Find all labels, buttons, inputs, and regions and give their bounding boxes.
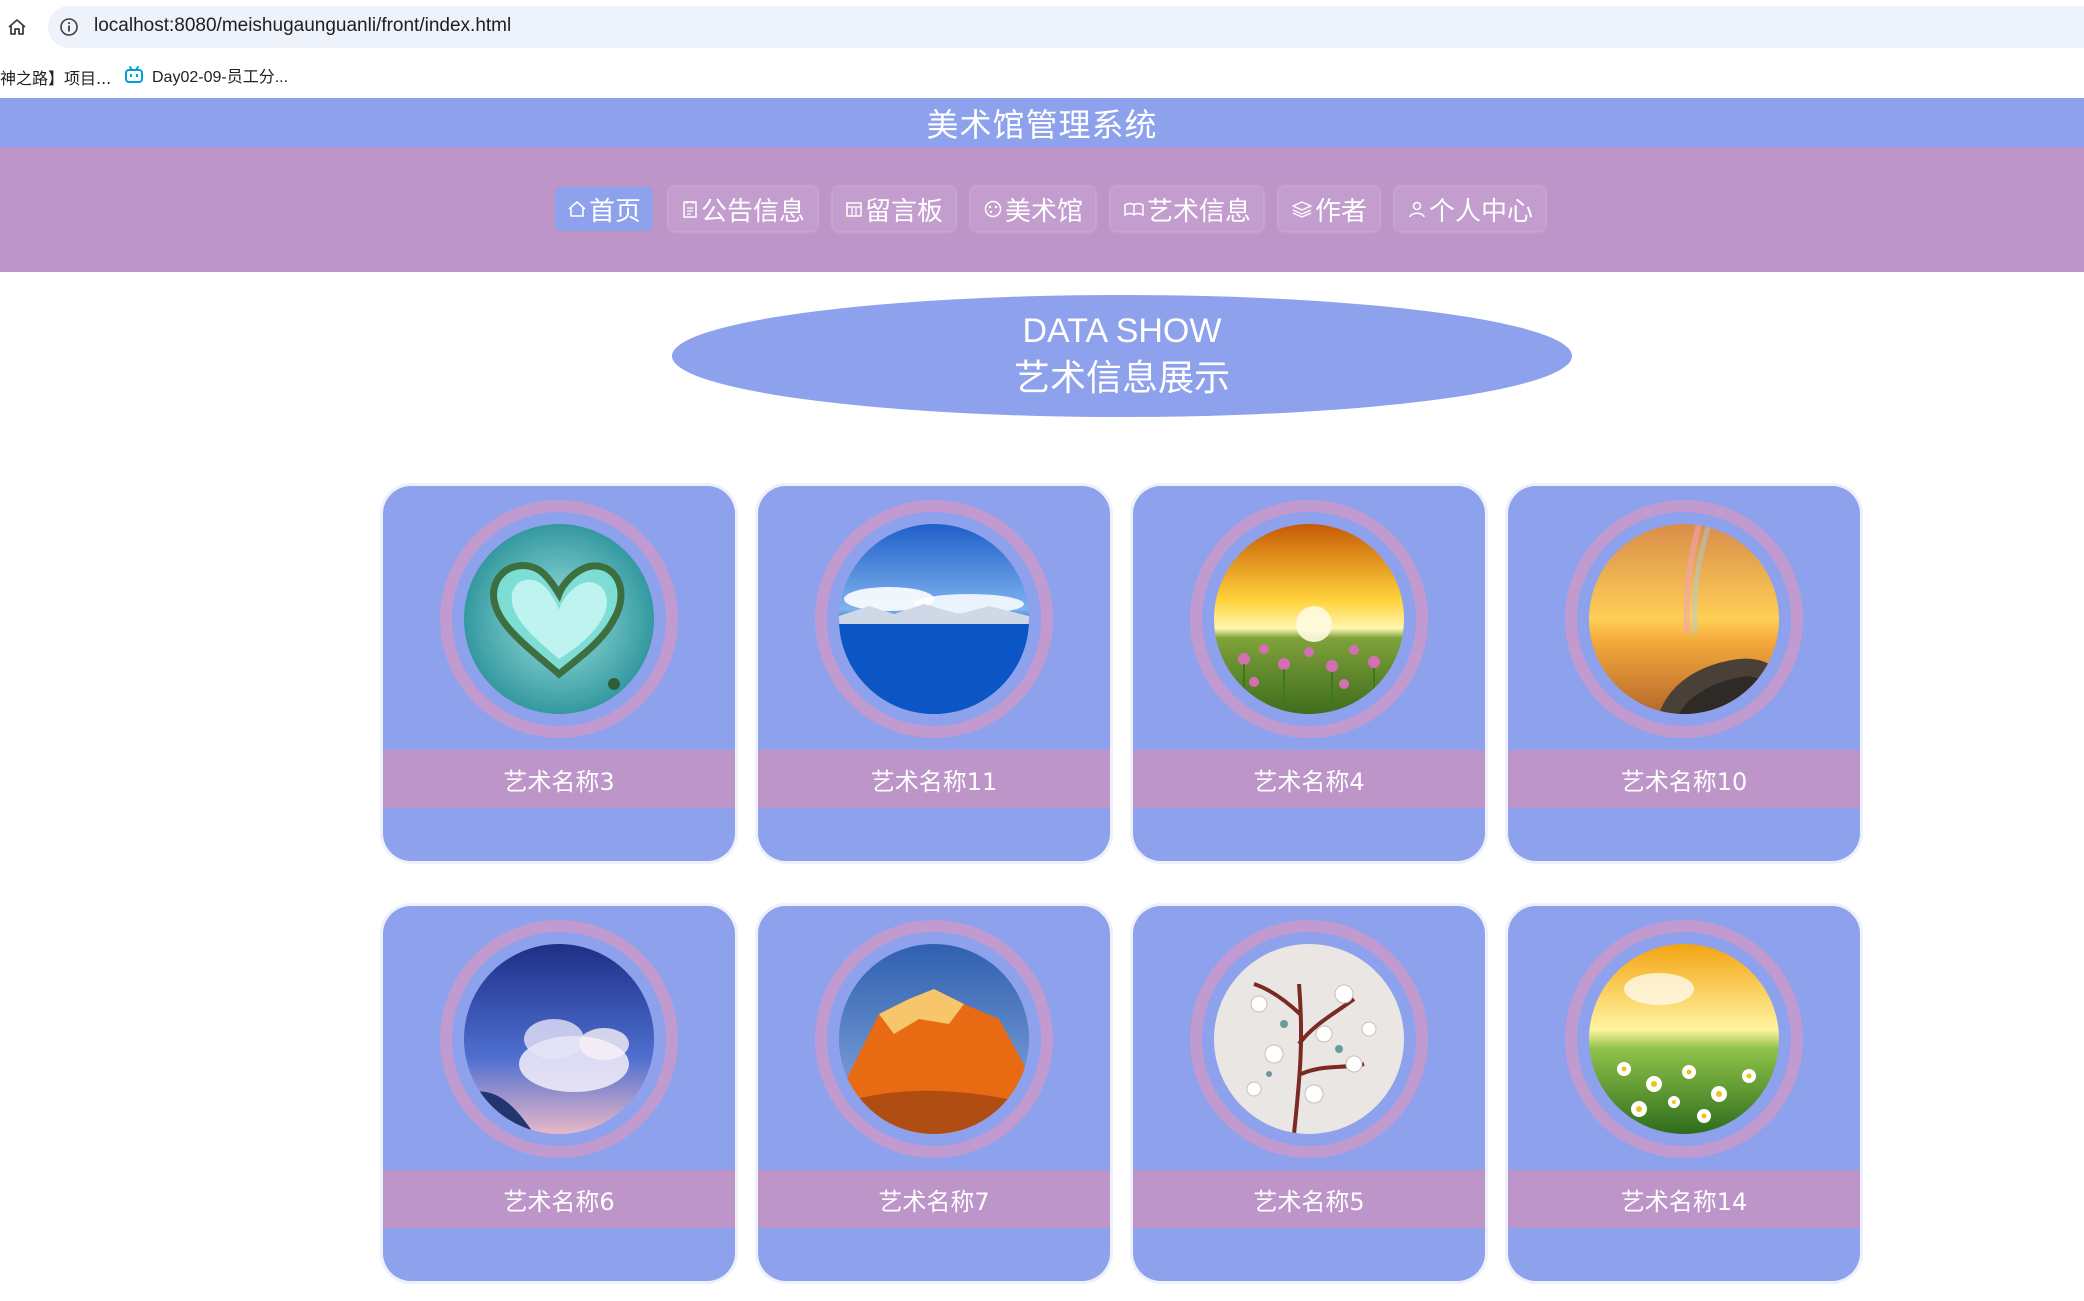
bookmarks-bar: 神之路】项目... Day02-09-员工分... bbox=[0, 56, 2084, 96]
section-heading: DATA SHOW 艺术信息展示 bbox=[672, 295, 1572, 417]
bookmark-item[interactable]: 神之路】项目... bbox=[0, 65, 111, 89]
section-title-cn: 艺术信息展示 bbox=[1013, 358, 1230, 399]
art-name: 艺术名称6 bbox=[383, 1170, 735, 1228]
site-title: 美术馆管理系统 bbox=[926, 105, 1158, 144]
nav-item-gallery[interactable]: 美术馆 bbox=[970, 187, 1095, 231]
art-card[interactable]: 艺术名称3 bbox=[383, 486, 735, 861]
layers-icon bbox=[1292, 201, 1312, 218]
bookmark-item[interactable]: Day02-09-员工分... bbox=[124, 63, 288, 87]
art-name: 艺术名称7 bbox=[758, 1170, 1110, 1228]
art-image bbox=[464, 944, 654, 1134]
art-name: 艺术名称3 bbox=[383, 750, 735, 808]
url-field[interactable]: localhost:8080/meishugaunguanli/front/in… bbox=[48, 6, 2084, 48]
art-card[interactable]: 艺术名称10 bbox=[1508, 486, 1860, 861]
notice-icon bbox=[683, 201, 697, 218]
nav-item-message-board[interactable]: 留言板 bbox=[832, 187, 955, 231]
home-icon bbox=[568, 201, 586, 217]
art-image bbox=[464, 524, 654, 714]
home-icon[interactable] bbox=[6, 16, 28, 38]
nav-item-home[interactable]: 首页 bbox=[554, 187, 653, 231]
art-image-frame bbox=[1190, 920, 1428, 1158]
nav-label: 留言板 bbox=[864, 196, 943, 227]
bookmark-label: Day02-09-员工分... bbox=[152, 69, 289, 86]
nav-label: 美术馆 bbox=[1004, 196, 1083, 227]
art-name: 艺术名称5 bbox=[1133, 1170, 1485, 1228]
nav-item-art-info[interactable]: 艺术信息 bbox=[1111, 187, 1264, 231]
nav-bar: 首页 公告信息 留言板 美术馆 艺术信息 作者 个人中心 bbox=[0, 147, 2084, 272]
nav-label: 公告信息 bbox=[700, 196, 805, 227]
bilibili-icon bbox=[125, 66, 143, 83]
url-text: localhost:8080/meishugaunguanli/front/in… bbox=[94, 15, 512, 36]
art-name: 艺术名称14 bbox=[1508, 1170, 1860, 1228]
nav-item-notice[interactable]: 公告信息 bbox=[668, 187, 817, 231]
book-icon bbox=[1124, 202, 1144, 217]
site-info-icon[interactable] bbox=[58, 16, 80, 38]
message-icon bbox=[846, 202, 862, 217]
art-image-frame bbox=[440, 920, 678, 1158]
art-card[interactable]: 艺术名称11 bbox=[758, 486, 1110, 861]
art-image-frame bbox=[440, 500, 678, 738]
art-card[interactable]: 艺术名称4 bbox=[1133, 486, 1485, 861]
art-image-frame bbox=[1190, 500, 1428, 738]
section-title-en: DATA SHOW bbox=[1022, 312, 1222, 350]
art-card[interactable]: 艺术名称14 bbox=[1508, 906, 1860, 1281]
nav-item-personal-center[interactable]: 个人中心 bbox=[1395, 187, 1546, 231]
art-image-frame bbox=[815, 920, 1053, 1158]
nav-label: 首页 bbox=[588, 196, 641, 227]
art-image bbox=[839, 524, 1029, 714]
art-image bbox=[1589, 524, 1779, 714]
browser-address-bar: localhost:8080/meishugaunguanli/front/in… bbox=[0, 0, 2084, 53]
art-image bbox=[1214, 944, 1404, 1134]
main-nav: 首页 公告信息 留言板 美术馆 艺术信息 作者 个人中心 bbox=[0, 187, 2084, 231]
art-name: 艺术名称4 bbox=[1133, 750, 1485, 808]
art-image bbox=[1214, 524, 1404, 714]
art-card[interactable]: 艺术名称7 bbox=[758, 906, 1110, 1281]
art-image bbox=[839, 944, 1029, 1134]
palette-icon bbox=[984, 200, 1002, 218]
art-name: 艺术名称11 bbox=[758, 750, 1110, 808]
nav-label: 艺术信息 bbox=[1147, 196, 1252, 227]
art-card[interactable]: 艺术名称5 bbox=[1133, 906, 1485, 1281]
nav-item-author[interactable]: 作者 bbox=[1279, 187, 1380, 231]
art-name: 艺术名称10 bbox=[1508, 750, 1860, 808]
art-image bbox=[1589, 944, 1779, 1134]
art-image-frame bbox=[1565, 500, 1803, 738]
nav-label: 作者 bbox=[1315, 196, 1368, 227]
user-icon bbox=[1409, 201, 1425, 218]
nav-label: 个人中心 bbox=[1429, 196, 1534, 227]
art-card[interactable]: 艺术名称6 bbox=[383, 906, 735, 1281]
art-image-frame bbox=[1565, 920, 1803, 1158]
art-image-frame bbox=[815, 500, 1053, 738]
site-title-bar: 美术馆管理系统 bbox=[0, 98, 2084, 147]
